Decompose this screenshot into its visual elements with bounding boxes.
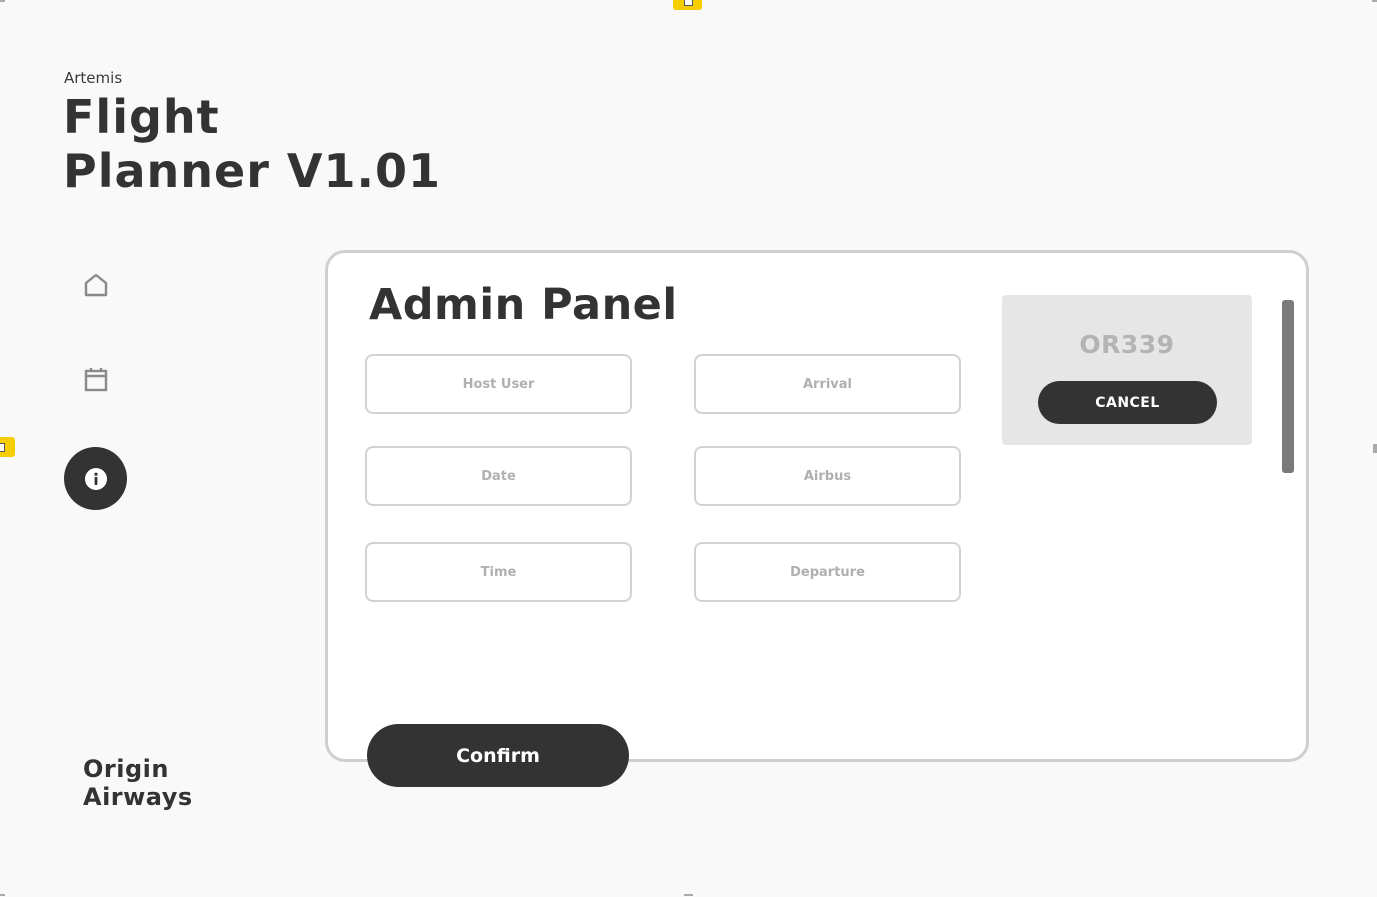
time-input[interactable] bbox=[365, 542, 632, 602]
arrival-input[interactable] bbox=[694, 354, 961, 414]
corner-marker bbox=[0, 0, 5, 2]
airbus-input[interactable] bbox=[694, 446, 961, 506]
scrollbar-thumb[interactable] bbox=[1282, 300, 1294, 473]
flight-code: OR339 bbox=[1079, 330, 1175, 359]
confirm-button[interactable]: Confirm bbox=[367, 724, 629, 787]
calendar-icon bbox=[84, 367, 107, 391]
nav-info-button[interactable] bbox=[64, 447, 127, 510]
cancel-flight-button[interactable]: CANCEL bbox=[1038, 381, 1217, 424]
app-title-line-1: Flight bbox=[63, 90, 220, 144]
resize-handle-left[interactable] bbox=[0, 437, 15, 457]
nav-calendar-button[interactable] bbox=[64, 348, 127, 411]
date-input[interactable] bbox=[365, 446, 632, 506]
panel-title: Admin Panel bbox=[369, 280, 678, 330]
resize-handle-top[interactable] bbox=[673, 0, 702, 10]
host-user-input[interactable] bbox=[365, 354, 632, 414]
brand-name: Artemis bbox=[64, 69, 123, 87]
home-icon bbox=[84, 273, 107, 296]
nav-home-button[interactable] bbox=[64, 253, 127, 316]
info-icon bbox=[84, 467, 107, 490]
edge-marker bbox=[1373, 444, 1377, 453]
edge-marker bbox=[684, 894, 693, 896]
corner-marker bbox=[0, 894, 5, 896]
footer-brand-line-1: Origin bbox=[83, 755, 169, 783]
app-title: Flight Planner V1.01 bbox=[63, 90, 441, 198]
departure-input[interactable] bbox=[694, 542, 961, 602]
corner-marker bbox=[1372, 0, 1377, 2]
footer-brand-line-2: Airways bbox=[83, 783, 193, 811]
footer-brand: Origin Airways bbox=[83, 755, 193, 811]
app-title-line-2: Planner V1.01 bbox=[63, 144, 442, 198]
